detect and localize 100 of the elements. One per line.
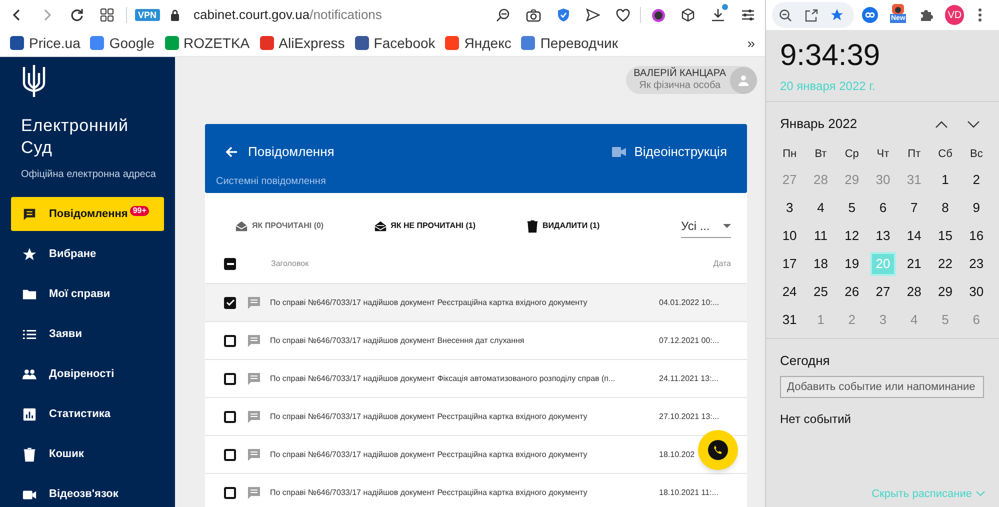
nav-label: Повідомлення xyxy=(49,206,128,222)
back-arrow-icon xyxy=(225,146,238,158)
calendar-day[interactable]: 8 xyxy=(932,196,958,220)
calendar-day[interactable]: 16 xyxy=(963,224,990,248)
calendar-day[interactable]: 21 xyxy=(901,252,928,276)
calendar-day[interactable]: 24 xyxy=(776,280,803,304)
infinity-icon xyxy=(862,7,878,23)
nav-item[interactable]: Заяви xyxy=(11,317,164,351)
message-row[interactable]: По справі №646/7033/17 надійшов документ Фіксація автоматизованого розподілу справ (п... 24.11.2021 13:... xyxy=(205,359,747,397)
grid-icon xyxy=(100,8,114,22)
calendar-day[interactable]: 18 xyxy=(808,252,834,276)
puzzle-icon xyxy=(919,8,934,22)
nav-item[interactable]: Статистика xyxy=(11,397,164,431)
row-checkbox[interactable] xyxy=(224,448,236,460)
profile-avatar[interactable]: VD xyxy=(945,5,964,25)
panel-subtitle: Системні повідомлення xyxy=(216,174,327,188)
bookmark[interactable]: AliExpress xyxy=(260,32,345,54)
calendar-day[interactable]: 7 xyxy=(901,196,928,220)
sliders-icon xyxy=(741,8,755,22)
nav-item[interactable]: Вибране xyxy=(11,237,164,271)
bookmark[interactable]: Google xyxy=(90,32,155,54)
nav-item[interactable]: Відеозв'язок xyxy=(11,477,164,507)
message-date: 27.10.2021 13:... xyxy=(659,410,720,422)
nav-label: Вибране xyxy=(49,246,96,262)
calendar-day[interactable]: 27 xyxy=(870,280,896,304)
calendar-day[interactable]: 29 xyxy=(932,280,958,304)
row-checkbox[interactable] xyxy=(224,410,236,422)
share-icon xyxy=(804,8,818,22)
vpn-badge[interactable]: VPN xyxy=(135,9,160,21)
bookmark[interactable]: Переводчик xyxy=(521,32,618,54)
no-events-text: Нет событий xyxy=(780,410,852,428)
calendar-day[interactable]: 12 xyxy=(838,224,865,248)
count-badge: 99+ xyxy=(130,206,150,216)
calendar-day[interactable]: 28 xyxy=(901,280,928,304)
calendar-day[interactable]: 15 xyxy=(932,224,958,248)
nav-label: Заяви xyxy=(49,326,82,342)
camera-lens-icon xyxy=(892,4,904,14)
calendar-day[interactable]: 2 xyxy=(963,168,990,192)
bookmark[interactable]: Facebook xyxy=(354,32,436,54)
action-button[interactable]: ЯК НЕ ПРОЧИТАНІ (1) xyxy=(374,220,476,232)
select-all-checkbox[interactable] xyxy=(224,258,236,270)
message-title: По справі №646/7033/17 надійшов документ Реєстраційна картка вхідного документу xyxy=(270,410,588,422)
row-checkbox[interactable] xyxy=(224,334,236,346)
send-icon xyxy=(586,8,600,22)
nav-item[interactable]: Повідомлення 99+ xyxy=(11,197,164,231)
calendar-day[interactable]: 17 xyxy=(776,252,803,276)
message-row[interactable]: По справі №646/7033/17 надійшов документ Реєстраційна картка вхідного документу 18.10.2021 11:... xyxy=(205,473,747,507)
calendar-day[interactable]: 5 xyxy=(838,196,865,220)
chevron-up-icon xyxy=(934,120,948,128)
message-date: 24.11.2021 13:... xyxy=(659,372,718,384)
address-bar[interactable]: cabinet.court.gov.ua/notifications xyxy=(194,5,486,25)
calendar-day[interactable]: 26 xyxy=(838,280,865,304)
calendar-day[interactable]: 4 xyxy=(808,196,834,220)
row-checkbox[interactable] xyxy=(224,296,236,308)
nav-item[interactable]: Мої справи xyxy=(11,277,164,311)
row-checkbox[interactable] xyxy=(224,486,236,498)
bookmark[interactable]: ROZETKA xyxy=(164,32,250,54)
clock-time: 9:34:39 xyxy=(780,38,882,74)
user-chip[interactable]: ВАЛЕРІЙ КАНЦАРА Як фізична особа xyxy=(626,66,757,94)
star-icon xyxy=(830,8,844,22)
calendar-day[interactable]: 13 xyxy=(870,224,896,248)
message-icon xyxy=(247,448,261,462)
message-row[interactable]: По справі №646/7033/17 надійшов документ Внесення дат слухання 07.12.2021 00:... xyxy=(205,321,747,359)
app-title: Електронний Суд xyxy=(21,115,130,159)
user-name: ВАЛЕРІЙ КАНЦАРА xyxy=(634,68,726,80)
calendar-day[interactable]: 23 xyxy=(963,252,990,276)
month-title[interactable]: Январь 2022 xyxy=(780,114,858,134)
nav-item[interactable]: Довіреності xyxy=(11,357,164,391)
message-row[interactable]: По справі №646/7033/17 надійшов документ Реєстраційна картка вхідного документу 04.01.2022 10:... xyxy=(205,283,747,321)
event-input-field[interactable]: Добавить событие или напоминание xyxy=(780,376,984,398)
action-button[interactable]: ВИДАЛИТИ (1) xyxy=(526,220,600,232)
bookmark[interactable]: Яндекс xyxy=(445,32,512,54)
calendar-day[interactable]: 25 xyxy=(808,280,834,304)
calendar-day[interactable]: 19 xyxy=(838,252,865,276)
chat-icon xyxy=(22,206,37,222)
filter-dropdown[interactable]: Усі ... xyxy=(681,214,731,238)
calendar-day[interactable]: 31 xyxy=(776,308,803,332)
video-instruction-link[interactable]: Відеоінструкція xyxy=(612,142,727,162)
nav-item[interactable]: Кошик xyxy=(11,437,164,471)
calendar-day[interactable]: 3 xyxy=(776,196,803,220)
more-bookmarks-button[interactable]: » xyxy=(747,32,755,54)
calendar-day[interactable]: 1 xyxy=(932,168,958,192)
caret-down-icon xyxy=(723,224,731,228)
closed-envelope-icon xyxy=(374,220,387,232)
user-role: Як фізична особа xyxy=(639,80,721,92)
nav-label: Статистика xyxy=(49,406,110,422)
open-envelope-icon xyxy=(235,220,248,232)
back-arrow-button[interactable] xyxy=(225,146,238,158)
url-path: /notifications xyxy=(310,6,382,24)
calendar-day[interactable]: 6 xyxy=(870,196,896,220)
row-checkbox[interactable] xyxy=(224,372,236,384)
camera-icon xyxy=(526,8,540,22)
calendar-day[interactable]: 9 xyxy=(963,196,990,220)
calendar-day[interactable]: 30 xyxy=(963,280,990,304)
calendar-day[interactable]: 14 xyxy=(901,224,928,248)
message-title: По справі №646/7033/17 надійшов документ Внесення дат слухання xyxy=(270,334,524,346)
calendar-day[interactable]: 10 xyxy=(776,224,803,248)
calendar-day[interactable]: 22 xyxy=(932,252,958,276)
calendar-day[interactable]: 11 xyxy=(808,224,834,248)
bookmark[interactable]: Price.ua xyxy=(10,32,80,54)
